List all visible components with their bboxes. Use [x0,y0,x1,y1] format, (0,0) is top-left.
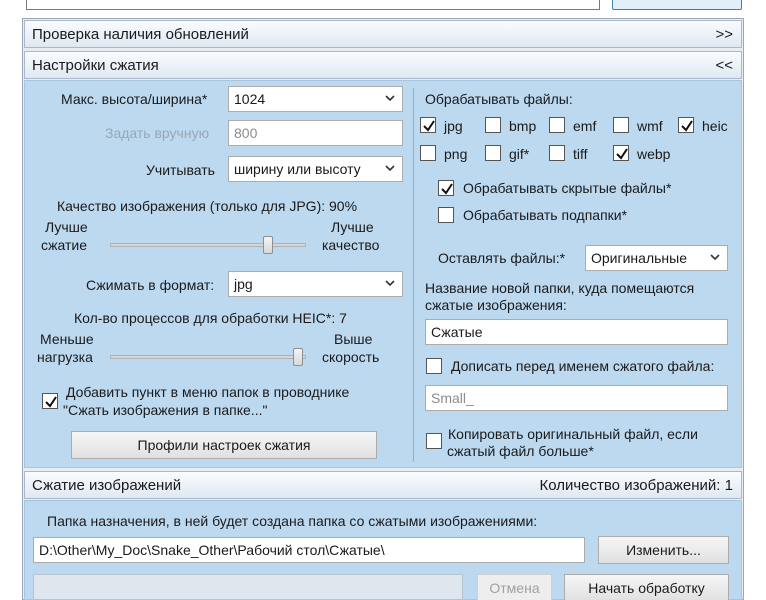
manual-size-value: 800 [234,125,258,141]
start-button-label: Начать обработку [588,580,705,596]
prefix-input[interactable]: Small_ [425,385,728,411]
wmf-checkbox[interactable] [613,117,629,133]
prefix-label: Дописать перед именем сжатого файла: [451,358,715,374]
gif-checkbox[interactable] [485,145,501,161]
bmp-checkbox[interactable] [485,117,501,133]
source-path-field[interactable] [26,0,600,10]
updates-section-header[interactable]: Проверка наличия обновлений >> [24,20,742,48]
prefix-value: Small_ [431,390,474,406]
webp-label: webp [637,146,671,162]
manual-size-label: Задать вручную [105,125,210,141]
wmf-label: wmf [637,118,663,134]
webp-checkbox[interactable] [613,145,629,161]
quality-right-label-1: Лучше [331,219,374,235]
chevron-down-icon [384,162,396,174]
keep-files-value: Оригинальные [591,250,687,266]
jpg-label: jpg [444,118,463,134]
heic-left-label-1: Меньше [40,331,94,347]
destination-path-value: D:\Other\My_Doc\Snake_Other\Рабочий стол… [39,542,385,558]
png-checkbox[interactable] [420,145,436,161]
heic-left-label-2: нагрузка [37,349,93,365]
image-count: Количество изображений: 1 [539,477,733,494]
quality-left-label-1: Лучше [45,219,88,235]
updates-section-title: Проверка наличия обновлений [32,26,249,43]
copy-original-label-2: сжатый файл больше* [447,443,594,459]
emf-label: emf [573,118,597,134]
consider-value: ширину или высоту [234,161,361,177]
cancel-button[interactable]: Отмена [477,574,552,600]
chevron-down-icon [384,277,396,289]
collapse-toggle[interactable]: << [715,57,733,74]
keep-files-select[interactable]: Оригинальные [585,245,728,271]
settings-section-header[interactable]: Настройки сжатия << [24,51,742,79]
subfolders-label: Обрабатывать подпапки* [463,207,628,223]
hidden-files-checkbox[interactable] [438,180,454,196]
context-menu-label-2: "Сжать изображения в папке..." [63,402,268,418]
start-button[interactable]: Начать обработку [564,574,729,600]
manual-size-input[interactable]: 800 [228,120,403,146]
gif-label: gif* [509,146,530,162]
compression-section-title: Сжатие изображений [32,477,182,494]
change-button-label: Изменить... [626,542,701,558]
cancel-button-label: Отмена [489,580,540,596]
jpg-checkbox[interactable] [420,117,436,133]
chevron-down-icon [384,92,396,104]
destination-label: Папка назначения, в ней будет создана па… [47,513,538,529]
consider-select[interactable]: ширину или высоту [228,156,403,182]
progress-bar [33,574,463,600]
max-size-select[interactable]: 1024 [228,86,403,112]
process-files-label: Обрабатывать файлы: [425,91,573,107]
tiff-label: tiff [573,146,588,162]
heic-slider-track[interactable] [110,355,306,359]
max-size-value: 1024 [234,91,266,107]
chevron-down-icon [709,251,721,263]
hidden-files-label: Обрабатывать скрытые файлы* [463,180,672,196]
heic-checkbox[interactable] [678,117,694,133]
quality-label: Качество изображения (только для JPG): 9… [57,198,358,214]
copy-original-checkbox[interactable] [426,433,442,449]
quality-slider-thumb[interactable] [263,236,274,254]
png-label: png [444,146,468,162]
quality-left-label-2: сжатие [41,237,88,253]
prefix-checkbox[interactable] [426,358,442,374]
quality-slider-track[interactable] [110,243,306,247]
folder-name-label-2: сжатые изображения: [425,297,567,313]
bmp-label: bmp [509,118,537,134]
context-menu-label-1: Добавить пункт в меню папок в проводнике [66,384,350,400]
folder-name-label-1: Название новой папки, куда помещаются [425,280,695,296]
profiles-button-label: Профили настроек сжатия [137,437,311,453]
tiff-checkbox[interactable] [549,145,565,161]
column-divider [413,88,414,462]
format-value: jpg [234,276,253,292]
heic-right-label-1: Выше [334,331,373,347]
folder-name-value: Сжатые [431,324,483,340]
heic-label: heic [702,118,728,134]
format-select[interactable]: jpg [228,271,403,297]
keep-files-label: Оставлять файлы:* [438,250,566,266]
heic-processes-label: Кол-во процессов для обработки HEIC*: 7 [74,310,347,326]
consider-label: Учитывать [146,162,215,178]
change-button[interactable]: Изменить... [598,536,729,564]
max-size-label: Макс. высота/ширина* [61,91,208,107]
compression-section-header[interactable]: Сжатие изображений Количество изображени… [24,471,742,499]
subfolders-checkbox[interactable] [438,207,454,223]
destination-path-input[interactable]: D:\Other\My_Doc\Snake_Other\Рабочий стол… [33,537,585,563]
folder-name-input[interactable]: Сжатые [425,319,728,345]
heic-slider-thumb[interactable] [293,348,303,366]
format-label: Сжимать в формат: [86,277,215,293]
heic-right-label-2: скорость [322,349,380,365]
quality-right-label-2: качество [322,237,380,253]
profiles-button[interactable]: Профили настроек сжатия [71,431,377,459]
settings-section-title: Настройки сжатия [32,57,159,74]
copy-original-label-1: Копировать оригинальный файл, если [448,426,698,442]
emf-checkbox[interactable] [549,117,565,133]
expand-toggle[interactable]: >> [715,26,733,43]
top-button[interactable] [612,0,742,10]
context-menu-checkbox[interactable] [42,393,58,409]
